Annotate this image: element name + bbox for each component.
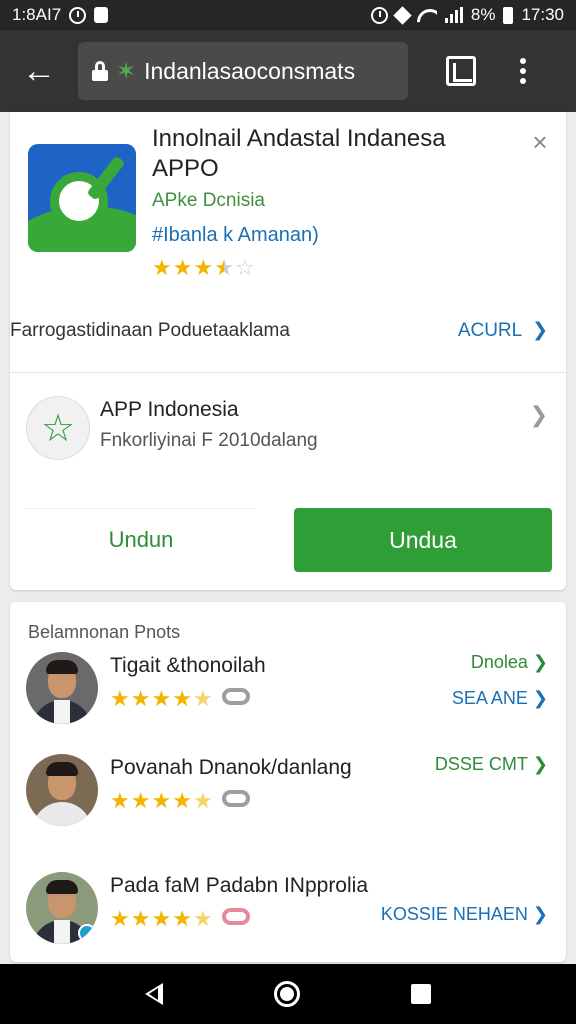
promo-text: Farrogastidinaan Poduetaaklama	[10, 320, 290, 341]
review-item[interactable]: Tigait &thonoilah ★ ★ ★ ★ ★ Dnolea ❯ SEA ANE…	[10, 652, 566, 752]
star-icon: ✶	[116, 57, 137, 85]
toggle-pill-icon	[221, 908, 250, 925]
status-time-left: 1:8AI7	[12, 5, 62, 24]
battery-icon	[503, 6, 514, 24]
publisher-chevron-button[interactable]: ❯	[530, 402, 548, 428]
star-full-icon: ★	[152, 255, 172, 280]
star-full-icon: ★	[151, 788, 172, 813]
app-category[interactable]: #Ibanla k Amanan)	[152, 224, 319, 247]
review-link-label: Dnolea	[470, 652, 528, 672]
app-title: Innolnail Andastal Indanesa APPO	[152, 125, 446, 182]
toggle-pill-icon	[221, 790, 250, 807]
promo-link[interactable]: ACURL ❯	[458, 319, 548, 342]
star-full-icon: ★	[130, 686, 151, 711]
publisher-name[interactable]: APP Indonesia	[100, 398, 239, 422]
tab-switcher-button[interactable]	[446, 56, 476, 86]
reviews-card: Belamnonan Pnots Tigait &thonoilah ★ ★ ★ ★ ★…	[10, 602, 566, 962]
review-item[interactable]: Povanah Dnanok/danlang ★ ★ ★ ★ ★ DSSE CMT ❯	[10, 754, 566, 854]
star-full-icon: ★	[151, 906, 172, 931]
notification-icon	[94, 7, 109, 23]
review-author: Pada faM Padabn INpprolia	[110, 874, 368, 897]
status-time-right: 17:30	[521, 5, 564, 24]
star-full-icon: ★	[110, 686, 130, 711]
nav-recents-icon[interactable]	[410, 984, 431, 1004]
review-stars: ★ ★ ★ ★ ★	[110, 688, 250, 710]
star-half-icon: ★	[192, 906, 213, 931]
url-text: Indanlasaoconsmats	[144, 57, 356, 84]
review-author: Tigait &thonoilah	[110, 654, 266, 677]
star-full-icon: ★	[151, 686, 172, 711]
nav-home-icon[interactable]	[273, 981, 300, 1007]
star-empty-icon: ☆	[234, 255, 255, 280]
install-button[interactable]: Undua	[294, 508, 552, 572]
close-icon: ×	[532, 127, 548, 157]
avatar	[26, 872, 98, 944]
battery-percent: 8%	[470, 5, 496, 24]
review-link-top[interactable]: Dnolea ❯	[471, 652, 548, 673]
publisher-subtitle: Fnkorliyinai F 2010dalang	[100, 430, 318, 451]
star-full-icon: ★	[172, 906, 192, 931]
review-link-bottom[interactable]: SEA ANE ❯	[452, 688, 548, 709]
app-developer[interactable]: APke Dcnisia	[152, 190, 265, 212]
signal-icon	[444, 7, 463, 23]
close-button[interactable]: ×	[528, 127, 552, 157]
reviews-header: Belamnonan Pnots	[28, 622, 181, 642]
app-rating-stars: ★ ★ ★ ★ ☆	[152, 257, 255, 279]
star-full-icon: ★	[110, 788, 130, 813]
app-card: Innolnail Andastal Indanesa APPO × APke …	[10, 112, 566, 590]
star-outline-icon: ☆	[40, 407, 76, 450]
arrow-left-icon: ←	[22, 51, 56, 90]
system-nav-bar	[0, 964, 576, 1024]
verified-badge-icon	[78, 924, 96, 942]
location-icon	[393, 5, 412, 25]
review-author: Povanah Dnanok/danlang	[110, 756, 352, 779]
star-full-icon: ★	[130, 906, 151, 931]
review-link-top[interactable]: KOSSIE NEHAEN ❯	[381, 904, 548, 925]
star-half-icon: ★	[214, 255, 234, 280]
star-full-icon: ★	[172, 788, 192, 813]
star-full-icon: ★	[110, 906, 130, 931]
overflow-menu-button[interactable]	[520, 58, 526, 84]
publisher-avatar: ☆	[26, 396, 90, 460]
chevron-right-icon: ❯	[527, 904, 548, 924]
review-link-label: KOSSIE NEHAEN	[380, 904, 528, 924]
chevron-right-icon: ❯	[527, 688, 548, 708]
nav-back-icon[interactable]	[145, 983, 164, 1005]
toggle-pill-icon	[221, 688, 250, 705]
divider	[10, 372, 566, 373]
lock-icon	[92, 61, 108, 81]
browser-toolbar: ← ✶ Indanlasaoconsmats	[0, 30, 576, 112]
review-stars: ★ ★ ★ ★ ★	[110, 908, 250, 930]
app-logo-icon[interactable]	[28, 144, 136, 252]
promo-link-label: ACURL	[457, 320, 522, 341]
chevron-right-icon: ❯	[527, 652, 548, 672]
review-link-top[interactable]: DSSE CMT ❯	[435, 754, 548, 775]
url-bar[interactable]: ✶ Indanlasaoconsmats	[78, 42, 408, 100]
star-half-icon: ★	[192, 788, 213, 813]
star-full-icon: ★	[130, 788, 151, 813]
chevron-right-icon: ❯	[527, 754, 548, 774]
star-full-icon: ★	[172, 255, 193, 280]
star-half-icon: ★	[192, 686, 213, 711]
power-icon	[370, 6, 388, 24]
wifi-icon	[417, 7, 437, 23]
secondary-button[interactable]: Undun	[26, 508, 256, 570]
chevron-right-icon: ❯	[529, 402, 548, 427]
avatar	[26, 652, 98, 724]
dot-icon	[520, 68, 526, 74]
alarm-icon	[69, 6, 87, 24]
review-link-label: DSSE CMT	[434, 754, 528, 774]
star-full-icon: ★	[172, 686, 192, 711]
review-link-label: SEA ANE	[451, 688, 528, 708]
review-item[interactable]: Pada faM Padabn INpprolia ★ ★ ★ ★ ★ KOSSIE N…	[10, 872, 566, 972]
dot-icon	[520, 58, 526, 64]
star-full-icon: ★	[193, 255, 214, 280]
back-button[interactable]: ←	[0, 30, 78, 112]
status-bar: 1:8AI7 8% 17:30	[0, 0, 576, 30]
review-stars: ★ ★ ★ ★ ★	[110, 790, 250, 812]
avatar	[26, 754, 98, 826]
chevron-right-icon: ❯	[526, 320, 548, 341]
dot-icon	[520, 78, 526, 84]
